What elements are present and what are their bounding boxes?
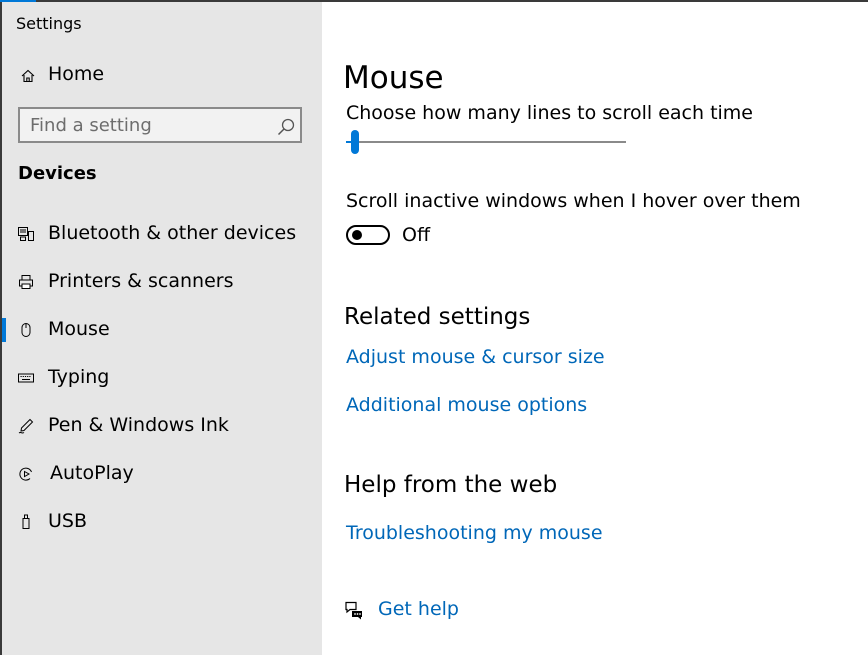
autoplay-icon: [19, 467, 32, 481]
printer-icon: [19, 275, 33, 289]
sidebar-item-mouse[interactable]: Mouse: [2, 310, 322, 350]
sidebar-item-usb[interactable]: USB: [2, 502, 322, 542]
section-heading-devices: Devices: [18, 163, 97, 184]
sidebar-item-label: Printers & scanners: [48, 270, 234, 292]
scroll-inactive-label: Scroll inactive windows when I hover ove…: [346, 190, 801, 212]
get-help-link[interactable]: Get help: [378, 598, 459, 620]
sidebar-item-bluetooth[interactable]: Bluetooth & other devices: [2, 214, 322, 254]
sidebar-item-printers[interactable]: Printers & scanners: [2, 262, 322, 302]
related-settings-heading: Related settings: [344, 304, 531, 330]
help-from-web-heading: Help from the web: [344, 472, 558, 498]
sidebar-item-pen[interactable]: Pen & Windows Ink: [2, 406, 322, 446]
scroll-inactive-toggle[interactable]: [346, 225, 390, 245]
bluetooth-devices-icon: [18, 227, 34, 241]
app-title: Settings: [16, 14, 82, 33]
scroll-lines-label: Choose how many lines to scroll each tim…: [346, 102, 753, 124]
selected-indicator: [2, 318, 6, 342]
scroll-lines-slider-thumb[interactable]: [351, 130, 360, 154]
sidebar-item-label: AutoPlay: [50, 462, 134, 484]
sidebar-item-home[interactable]: Home: [2, 58, 322, 94]
sidebar-item-label: Bluetooth & other devices: [48, 222, 297, 244]
sidebar: Settings Home Devices Bluetooth &: [2, 2, 322, 655]
search-icon[interactable]: [276, 117, 296, 137]
sidebar-item-autoplay[interactable]: AutoPlay: [2, 454, 322, 494]
keyboard-icon: [18, 373, 34, 383]
usb-icon: [22, 514, 30, 529]
scroll-lines-slider-track[interactable]: [346, 141, 626, 143]
sidebar-item-label: Pen & Windows Ink: [48, 414, 229, 436]
sidebar-item-label: USB: [48, 510, 88, 532]
search-box: [18, 107, 302, 143]
additional-mouse-options-link[interactable]: Additional mouse options: [346, 394, 587, 416]
sidebar-item-typing[interactable]: Typing: [2, 358, 322, 398]
troubleshooting-mouse-link[interactable]: Troubleshooting my mouse: [346, 522, 603, 544]
search-input[interactable]: [20, 109, 280, 141]
main-content: Mouse Choose how many lines to scroll ea…: [322, 2, 868, 655]
home-icon: [21, 69, 35, 83]
toggle-knob: [352, 230, 362, 240]
adjust-cursor-size-link[interactable]: Adjust mouse & cursor size: [346, 346, 605, 368]
sidebar-item-home-label: Home: [48, 63, 105, 85]
pen-icon: [18, 418, 34, 434]
get-help-icon: [345, 601, 362, 620]
page-title: Mouse: [343, 60, 444, 96]
scroll-inactive-state: Off: [402, 224, 431, 246]
sidebar-item-label: Typing: [48, 366, 110, 388]
settings-window: Settings Home Devices Bluetooth &: [0, 0, 868, 655]
sidebar-item-label: Mouse: [48, 318, 110, 340]
mouse-icon: [21, 323, 31, 337]
